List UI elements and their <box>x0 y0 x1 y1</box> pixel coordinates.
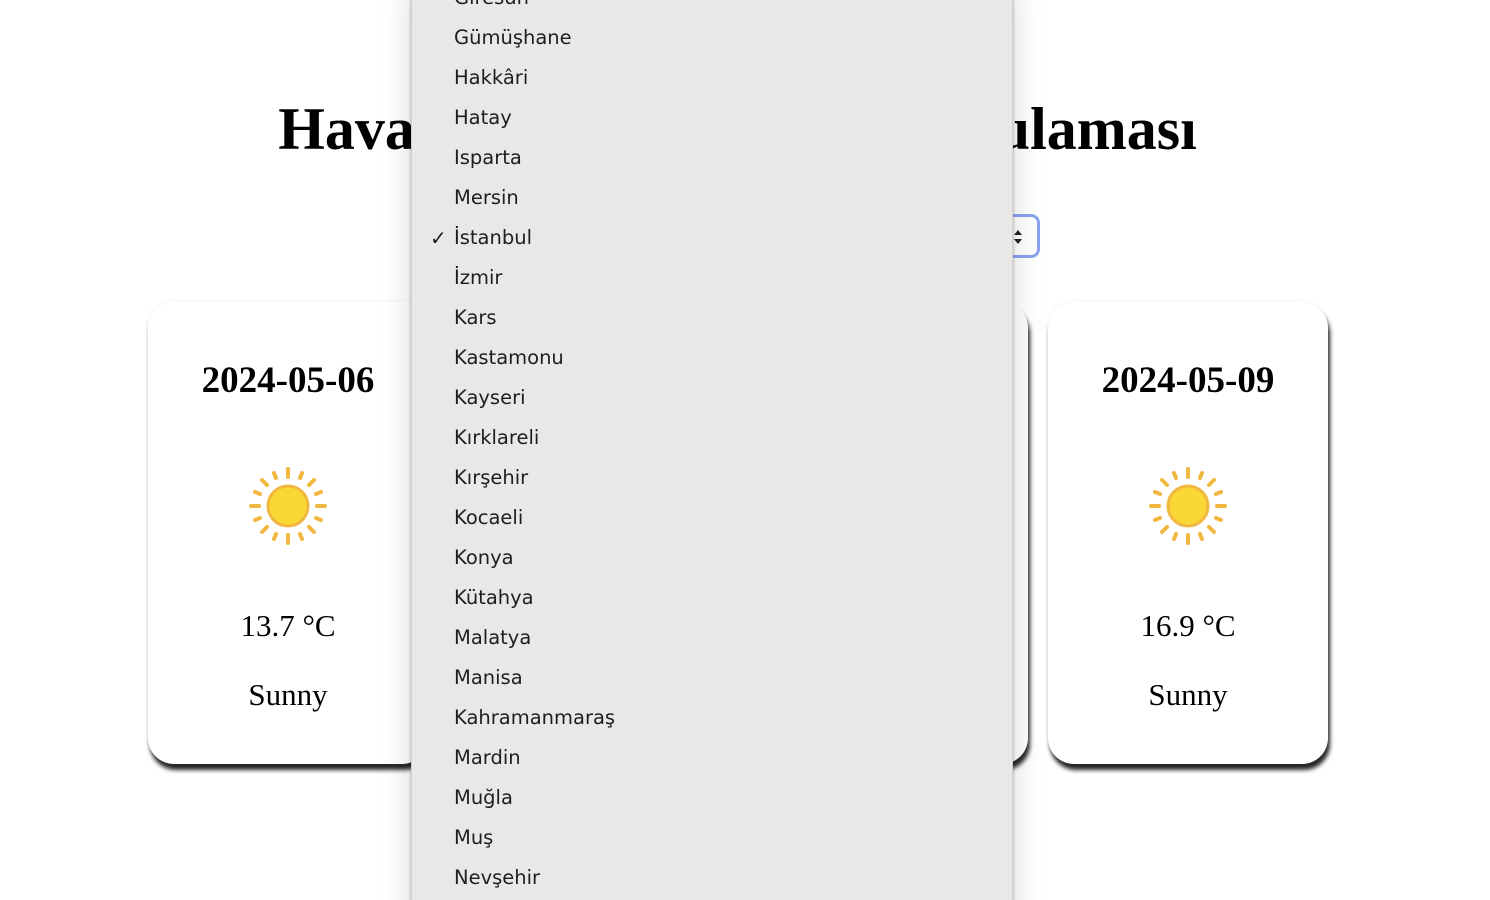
option-label: Hatay <box>454 106 512 129</box>
option-label: Giresun <box>454 0 529 9</box>
dropdown-option[interactable]: Muğla <box>412 778 1012 818</box>
option-label: Kastamonu <box>454 346 564 369</box>
city-dropdown-list[interactable]: Giresun Gümüşhane Hakkâri Hatay Isparta … <box>411 0 1013 900</box>
option-label: Kırşehir <box>454 466 529 489</box>
option-label: Mardin <box>454 746 521 769</box>
dropdown-option[interactable]: Hatay <box>412 98 1012 138</box>
option-label: Gümüşhane <box>454 26 572 49</box>
forecast-date: 2024-05-06 <box>201 360 375 401</box>
option-label: Kayseri <box>454 386 526 409</box>
dropdown-option-selected[interactable]: ✓ İstanbul <box>412 218 1012 258</box>
dropdown-option[interactable]: Kars <box>412 298 1012 338</box>
forecast-card: 2024-05-06 13.7 °C Sunny <box>148 302 428 764</box>
option-label: Isparta <box>454 146 522 169</box>
dropdown-option[interactable]: Kahramanmaraş <box>412 698 1012 738</box>
forecast-condition: Sunny <box>1148 677 1228 712</box>
option-label: Muş <box>454 826 494 849</box>
dropdown-option[interactable]: Konya <box>412 538 1012 578</box>
dropdown-option[interactable]: Nevşehir <box>412 858 1012 898</box>
dropdown-option[interactable]: Mersin <box>412 178 1012 218</box>
forecast-temperature: 13.7 °C <box>240 608 336 643</box>
dropdown-option[interactable]: Kütahya <box>412 578 1012 618</box>
option-label: Kahramanmaraş <box>454 706 616 729</box>
dropdown-option[interactable]: Hakkâri <box>412 58 1012 98</box>
forecast-temperature: 16.9 °C <box>1140 608 1236 643</box>
option-label: Mersin <box>454 186 519 209</box>
forecast-condition: Sunny <box>248 677 328 712</box>
dropdown-option[interactable]: Kırklareli <box>412 418 1012 458</box>
dropdown-option[interactable]: Giresun <box>412 0 1012 18</box>
check-icon: ✓ <box>430 226 447 250</box>
dropdown-option[interactable]: Muş <box>412 818 1012 858</box>
dropdown-option[interactable]: Kayseri <box>412 378 1012 418</box>
option-label: Malatya <box>454 626 532 649</box>
dropdown-option[interactable]: Kırşehir <box>412 458 1012 498</box>
option-label: Kırklareli <box>454 426 540 449</box>
select-arrows-icon <box>1014 230 1022 244</box>
forecast-date: 2024-05-09 <box>1101 360 1275 401</box>
sun-icon <box>1149 467 1227 545</box>
dropdown-option[interactable]: Gümüşhane <box>412 18 1012 58</box>
option-label: Manisa <box>454 666 523 689</box>
option-label: Konya <box>454 546 514 569</box>
dropdown-option[interactable]: Malatya <box>412 618 1012 658</box>
dropdown-option[interactable]: Manisa <box>412 658 1012 698</box>
dropdown-option[interactable]: Mardin <box>412 738 1012 778</box>
option-label: İstanbul <box>454 226 533 249</box>
dropdown-option[interactable]: Kocaeli <box>412 498 1012 538</box>
forecast-card: 2024-05-09 16.9 °C Sunny <box>1048 302 1328 764</box>
option-label: Muğla <box>454 786 513 809</box>
option-label: İzmir <box>454 266 503 289</box>
option-label: Nevşehir <box>454 866 541 889</box>
dropdown-option[interactable]: Kastamonu <box>412 338 1012 378</box>
option-label: Kütahya <box>454 586 534 609</box>
option-label: Kars <box>454 306 497 329</box>
option-label: Hakkâri <box>454 66 529 89</box>
dropdown-option[interactable]: İzmir <box>412 258 1012 298</box>
option-label: Kocaeli <box>454 506 524 529</box>
sun-icon <box>249 467 327 545</box>
dropdown-option[interactable]: Isparta <box>412 138 1012 178</box>
